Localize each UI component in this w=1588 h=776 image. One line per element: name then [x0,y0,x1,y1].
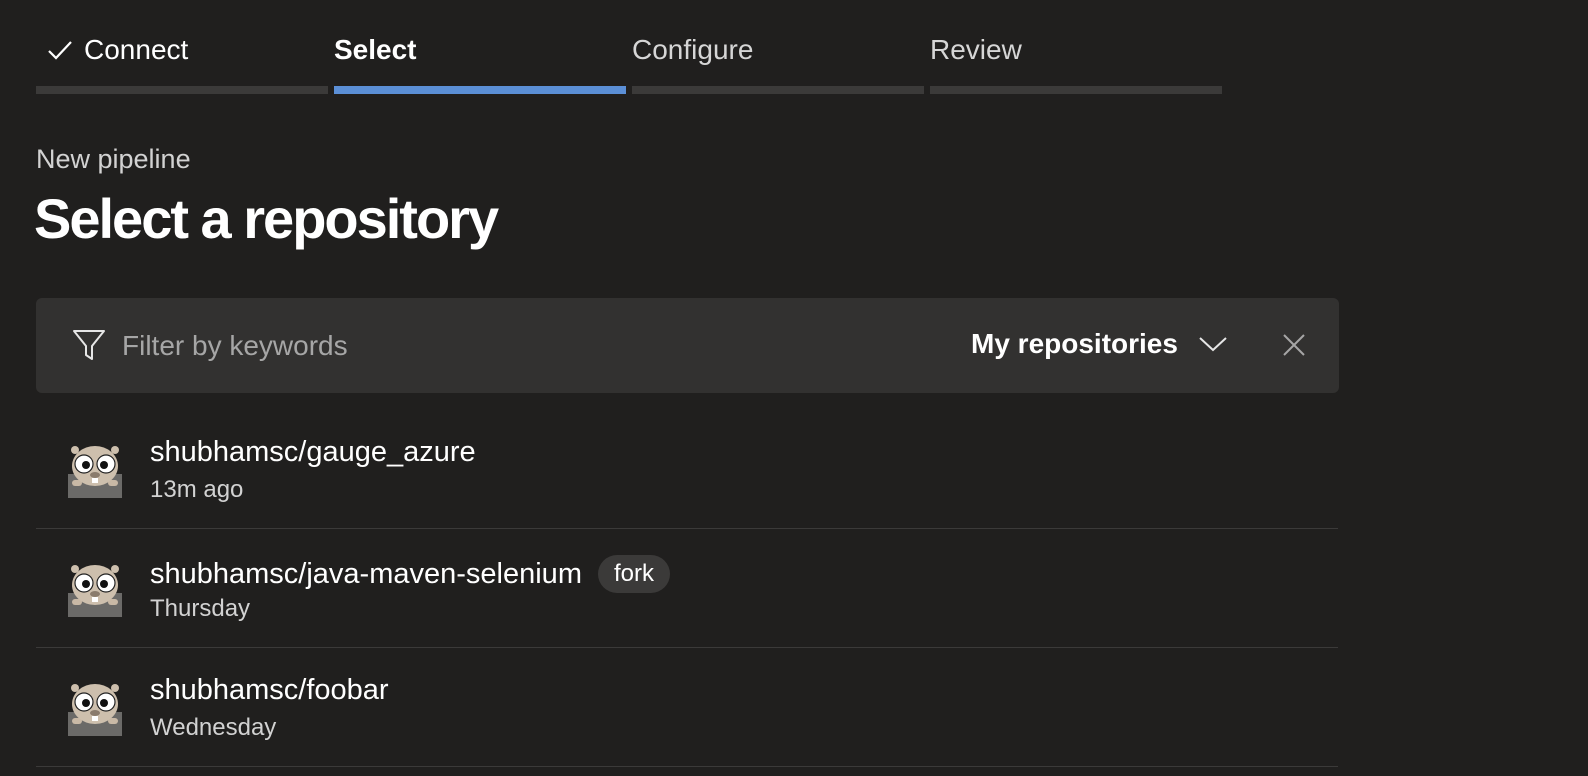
step-connect[interactable]: Connect [36,0,328,94]
scope-label: My repositories [971,328,1178,359]
page-title: Select a repository [34,187,499,250]
repo-updated-time: 13m ago [150,476,244,503]
step-configure[interactable]: Configure [632,0,924,94]
repo-name: shubhamsc/foobar [150,674,389,706]
step-label: Configure [632,34,754,65]
step-select[interactable]: Select [334,0,626,94]
step-progress-bar [930,86,1222,94]
step-review[interactable]: Review [930,0,1222,94]
repo-updated-time: Thursday [150,595,251,622]
filter-icon [73,330,105,360]
page-subtitle: New pipeline [36,144,191,174]
filter-bar: My repositories [36,298,1339,393]
step-progress-bar [36,86,328,94]
repository-scope-dropdown[interactable]: My repositories [971,324,1228,364]
wizard-stepper: Connect Select Configure Review [36,0,1228,94]
step-progress-bar [334,86,626,94]
list-item[interactable]: shubhamsc/java-maven-selenium fork Thurs… [36,529,1338,648]
list-item[interactable]: shubhamsc/foobar Wednesday [36,648,1338,767]
step-progress-bar [632,86,924,94]
list-item[interactable]: shubhamsc/gauge_azure 13m ago [36,410,1338,529]
repo-name: shubhamsc/gauge_azure [150,436,476,468]
repo-updated-time: Wednesday [150,714,277,741]
step-label: Review [930,34,1022,65]
avatar [68,684,122,736]
avatar [68,565,122,617]
avatar [68,446,122,498]
fork-badge: fork [597,555,670,593]
chevron-down-icon [1199,337,1227,352]
new-pipeline-page: Connect Select Configure Review New pipe… [0,0,1588,776]
repository-list: shubhamsc/gauge_azure 13m ago shubhamsc/… [36,410,1338,767]
checkmark-icon [48,41,72,60]
repo-name: shubhamsc/java-maven-selenium [150,557,582,590]
close-icon[interactable] [1281,332,1307,358]
step-label: Connect [84,34,189,65]
step-label: Select [334,34,417,65]
filter-keywords-input[interactable] [120,324,824,368]
